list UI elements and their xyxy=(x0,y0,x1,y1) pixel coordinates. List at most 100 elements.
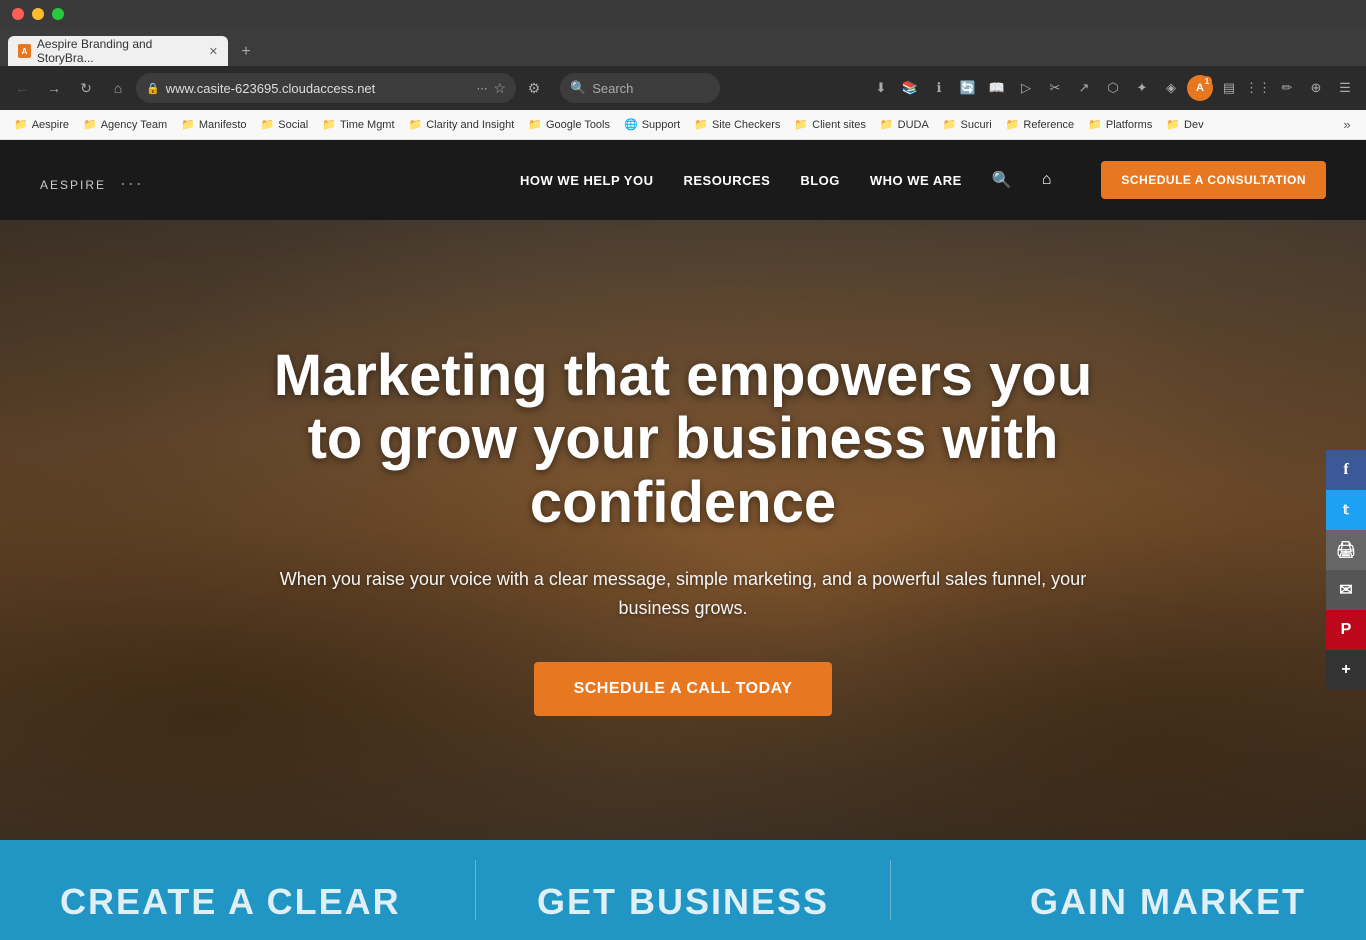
address-text: www.casite-623695.cloudaccess.net xyxy=(166,81,376,96)
browser-tabs-bar: A Aespire Branding and StoryBra... ✕ + xyxy=(0,28,1366,66)
reader-icon[interactable]: 📖 xyxy=(984,75,1010,101)
search-magnifier-icon: 🔍 xyxy=(570,80,586,96)
site-logo[interactable]: AESPIRE ··· xyxy=(40,164,144,196)
nav-how-we-help[interactable]: HOW WE HELP YOU xyxy=(520,173,653,188)
back-button[interactable]: ← xyxy=(8,74,36,102)
bottom-col-2: GET BUSINESS xyxy=(476,884,891,920)
bookmark-social[interactable]: 📁 Social xyxy=(255,116,315,133)
bookmark-platforms[interactable]: 📁 Platforms xyxy=(1082,116,1158,133)
hero-section: Marketing that empowers you to grow your… xyxy=(0,220,1366,840)
profile-button[interactable]: A xyxy=(1187,75,1213,101)
facebook-icon: f xyxy=(1343,461,1348,479)
bookmark-label: Platforms xyxy=(1106,119,1152,131)
library-icon[interactable]: 📚 xyxy=(897,75,923,101)
bookmark-duda[interactable]: 📁 DUDA xyxy=(874,116,935,133)
site-navigation: AESPIRE ··· HOW WE HELP YOU RESOURCES BL… xyxy=(0,140,1366,220)
more-share-button[interactable]: + xyxy=(1326,650,1366,690)
nav-cta-button[interactable]: SCHEDULE A CONSULTATION xyxy=(1101,161,1326,199)
bookmark-client-sites[interactable]: 📁 Client sites xyxy=(788,116,872,133)
bookmark-aespire[interactable]: 📁 Aespire xyxy=(8,116,75,133)
tab-favicon: A xyxy=(18,44,31,58)
bookmark-star-icon[interactable]: ☆ xyxy=(493,80,506,97)
os-close-btn[interactable] xyxy=(12,8,24,20)
bookmark-label: Manifesto xyxy=(199,119,247,131)
pocket-icon[interactable]: ▷ xyxy=(1013,75,1039,101)
folder-icon: 📁 xyxy=(943,118,957,131)
bookmark-manifesto[interactable]: 📁 Manifesto xyxy=(175,116,252,133)
customize-icon[interactable]: ⋮⋮ xyxy=(1245,75,1271,101)
reload-button[interactable]: ↻ xyxy=(72,74,100,102)
new-tab-button[interactable]: + xyxy=(232,38,260,66)
bookmark-label: DUDA xyxy=(898,119,929,131)
email-icon: ✉ xyxy=(1339,580,1352,600)
pinterest-icon: P xyxy=(1341,621,1352,639)
bookmark-site-checkers[interactable]: 📁 Site Checkers xyxy=(688,116,786,133)
bookmark-time-mgmt[interactable]: 📁 Time Mgmt xyxy=(316,116,400,133)
folder-icon: 📁 xyxy=(261,118,275,131)
os-titlebar xyxy=(0,0,1366,28)
tab-close-btn[interactable]: ✕ xyxy=(209,45,218,58)
nav-who-we-are[interactable]: WHO WE ARE xyxy=(870,173,962,188)
social-sidebar: f 𝕥 🖨 ✉ P + xyxy=(1326,450,1366,690)
bookmark-clarity[interactable]: 📁 Clarity and Insight xyxy=(403,116,521,133)
os-minimize-btn[interactable] xyxy=(32,8,44,20)
extension-icon[interactable]: ✏ xyxy=(1274,75,1300,101)
print-button[interactable]: 🖨 xyxy=(1326,530,1366,570)
tools-button[interactable]: ⚙ xyxy=(520,74,548,102)
bookmark-label: Aespire xyxy=(32,119,69,131)
address-bar[interactable]: 🔒 www.casite-623695.cloudaccess.net ⋯ ☆ xyxy=(136,73,516,103)
folder-icon: 📁 xyxy=(14,118,28,131)
browser-tab-active[interactable]: A Aespire Branding and StoryBra... ✕ xyxy=(8,36,228,66)
logo-decoration: ··· xyxy=(120,173,144,193)
forward-button[interactable]: → xyxy=(40,74,68,102)
sidebar-icon[interactable]: ▤ xyxy=(1216,75,1242,101)
logo-text: AESPIRE xyxy=(40,178,106,192)
download-icon[interactable]: ⬇ xyxy=(868,75,894,101)
nav-resources[interactable]: RESOURCES xyxy=(683,173,770,188)
bookmark-sucuri[interactable]: 📁 Sucuri xyxy=(937,116,998,133)
nav-blog[interactable]: BLOG xyxy=(800,173,840,188)
container-icon[interactable]: ⬡ xyxy=(1100,75,1126,101)
email-share-button[interactable]: ✉ xyxy=(1326,570,1366,610)
menu-icon[interactable]: ☰ xyxy=(1332,75,1358,101)
pinterest-share-button[interactable]: P xyxy=(1326,610,1366,650)
info-icon[interactable]: ℹ xyxy=(926,75,952,101)
hero-subtext: When you raise your voice with a clear m… xyxy=(253,565,1113,623)
search-icon[interactable]: 🔍 xyxy=(992,170,1012,190)
bookmark-dev[interactable]: 📁 Dev xyxy=(1160,116,1209,133)
bottom-col-1: CREATE A CLEAR xyxy=(60,884,475,920)
screenshot-icon[interactable]: ✂ xyxy=(1042,75,1068,101)
browser-toolbar: ← → ↻ ⌂ 🔒 www.casite-623695.cloudaccess.… xyxy=(0,66,1366,110)
sync-icon[interactable]: 🔄 xyxy=(955,75,981,101)
folder-icon: 📁 xyxy=(528,118,542,131)
hero-cta-button[interactable]: Schedule a Call Today xyxy=(534,662,833,716)
bookmark-reference[interactable]: 📁 Reference xyxy=(1000,116,1080,133)
home-nav-icon[interactable]: ⌂ xyxy=(1042,171,1052,189)
browser-search-bar[interactable]: 🔍 Search xyxy=(560,73,720,103)
bookmarks-more-button[interactable]: » xyxy=(1336,114,1358,136)
folder-icon: 📁 xyxy=(880,118,894,131)
bookmark-label: Google Tools xyxy=(546,119,610,131)
share-icon[interactable]: ↗ xyxy=(1071,75,1097,101)
bookmark-label: Sucuri xyxy=(961,119,992,131)
bottom-section: CREATE A CLEAR GET BUSINESS GAIN MARKET xyxy=(0,840,1366,940)
folder-icon: 📁 xyxy=(181,118,195,131)
bookmark-label: Reference xyxy=(1023,119,1074,131)
folder-icon: 📁 xyxy=(1088,118,1102,131)
bookmark-support[interactable]: 🌐 Support xyxy=(618,116,686,133)
folder-icon: 📁 xyxy=(83,118,97,131)
globe-icon: 🌐 xyxy=(624,118,638,131)
bookmark-google-tools[interactable]: 📁 Google Tools xyxy=(522,116,616,133)
nav-links: HOW WE HELP YOU RESOURCES BLOG WHO WE AR… xyxy=(520,161,1326,199)
tab-title: Aespire Branding and StoryBra... xyxy=(37,37,199,65)
folder-icon: 📁 xyxy=(794,118,808,131)
home-button[interactable]: ⌂ xyxy=(104,74,132,102)
twitter-share-button[interactable]: 𝕥 xyxy=(1326,490,1366,530)
bookmark-agency-team[interactable]: 📁 Agency Team xyxy=(77,116,173,133)
ext1-icon[interactable]: ✦ xyxy=(1129,75,1155,101)
ext2-icon[interactable]: ◈ xyxy=(1158,75,1184,101)
os-maximize-btn[interactable] xyxy=(52,8,64,20)
bottom-col-3: GAIN MARKET xyxy=(891,884,1306,920)
zoom-icon[interactable]: ⊕ xyxy=(1303,75,1329,101)
facebook-share-button[interactable]: f xyxy=(1326,450,1366,490)
